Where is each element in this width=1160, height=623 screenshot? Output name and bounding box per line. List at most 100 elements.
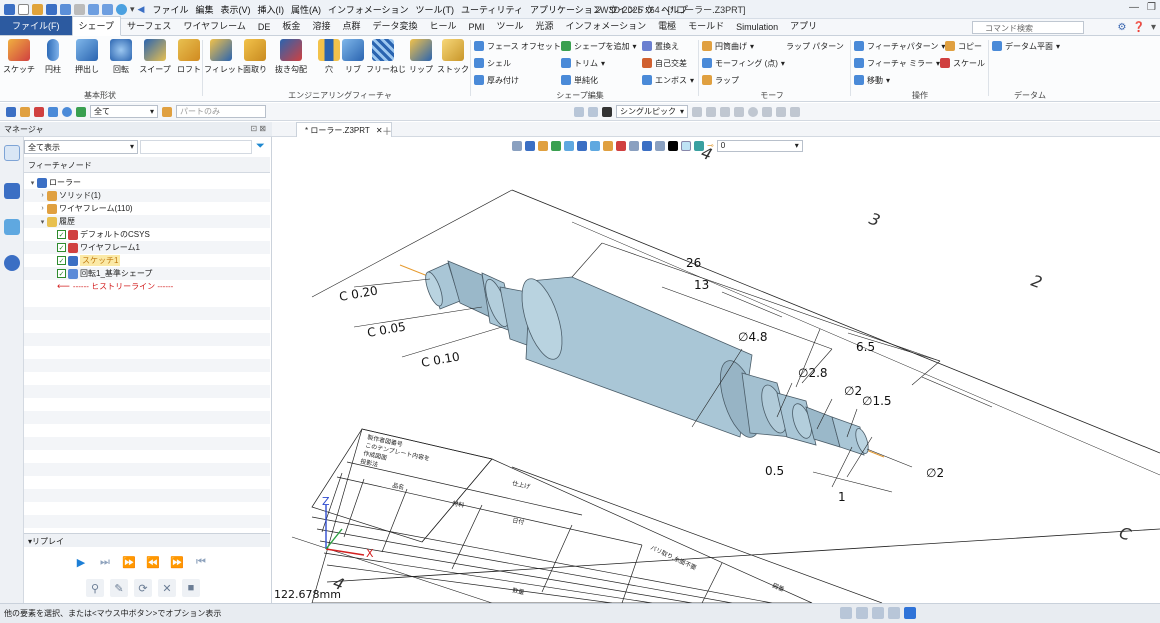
tab-wireframe[interactable]: ワイヤフレーム: [177, 17, 251, 35]
tree-node-history-line[interactable]: ⟵ ------ ヒストリーライン ------: [24, 280, 270, 293]
tab-light[interactable]: 光源: [530, 17, 560, 35]
square-icon[interactable]: ■: [182, 579, 200, 597]
minimize-icon[interactable]: —: [1129, 2, 1139, 13]
undo-icon[interactable]: [88, 3, 99, 15]
tab-weld[interactable]: 溶接: [306, 17, 336, 35]
tab-file[interactable]: ファイル(F): [0, 16, 72, 35]
snap-icon[interactable]: [720, 106, 730, 117]
fillet-button[interactable]: フィレット: [204, 38, 244, 84]
add-icon[interactable]: [48, 106, 58, 117]
cylinder-button[interactable]: 円柱: [36, 38, 70, 84]
menu-view[interactable]: 表示(V): [220, 3, 250, 16]
menu-help[interactable]: ヘルプ: [661, 3, 688, 16]
menu-window[interactable]: ウインドウ: [609, 3, 654, 16]
snap-icon[interactable]: [692, 106, 702, 117]
snap-icon[interactable]: [734, 106, 744, 117]
save-icon[interactable]: [46, 3, 57, 15]
tree-node-wireframe[interactable]: › ワイヤフレーム(110): [24, 202, 270, 215]
wrap-button[interactable]: ラップ: [702, 73, 739, 87]
menu-insert[interactable]: 挿入(I): [257, 3, 284, 16]
loft-button[interactable]: ロフト: [172, 38, 206, 84]
add-shape-button[interactable]: シェープを追加 ▾: [561, 39, 637, 53]
open-folder-icon[interactable]: [32, 3, 43, 15]
move-button[interactable]: 移動 ▾: [854, 73, 890, 87]
visibility-checkbox[interactable]: ✓: [57, 243, 66, 252]
circle-icon[interactable]: [62, 106, 72, 117]
tab-mold[interactable]: モールド: [682, 17, 730, 35]
shell-button[interactable]: シェル: [474, 56, 511, 70]
help-icon[interactable]: ❓: [1133, 22, 1145, 33]
snap-icon[interactable]: [706, 106, 716, 117]
menu-attribute[interactable]: 属性(A): [291, 3, 321, 16]
status-layout-icon[interactable]: [888, 607, 900, 619]
rewind-icon[interactable]: ⏪: [144, 553, 162, 571]
feature-pattern-button[interactable]: フィーチャパターン ▾: [854, 39, 945, 53]
tab-de[interactable]: DE: [252, 20, 277, 35]
status-monitor-icon[interactable]: [872, 607, 884, 619]
self-intersect-button[interactable]: 自己交差: [642, 56, 687, 70]
redo-icon[interactable]: [102, 3, 113, 15]
new-file-icon[interactable]: [18, 3, 29, 15]
user-manager-icon[interactable]: [4, 255, 20, 271]
restore-icon[interactable]: ❐: [1147, 2, 1156, 13]
link-icon[interactable]: ⚲: [86, 579, 104, 597]
rewind-all-icon[interactable]: ⏮: [192, 553, 210, 571]
tree-node-history[interactable]: ▾ 履歴: [24, 215, 270, 228]
layer-icon[interactable]: [76, 106, 86, 117]
tab-pointcloud[interactable]: 点群: [336, 17, 366, 35]
tree-node-default-csys[interactable]: ✓ デフォルトのCSYS: [24, 228, 270, 241]
redefine-icon[interactable]: ⟳: [134, 579, 152, 597]
feature-mirror-button[interactable]: フィーチャ ミラー ▾: [854, 56, 940, 70]
trim-button[interactable]: トリム ▾: [561, 56, 605, 70]
replace-button[interactable]: 置換え: [642, 39, 679, 53]
copy-button[interactable]: コピー: [945, 39, 982, 53]
tree-expand-icon[interactable]: ▾: [38, 218, 47, 226]
history-manager-icon[interactable]: [4, 145, 20, 161]
tree-node-sketch1[interactable]: ✓ スケッチ1: [24, 254, 270, 267]
play-icon[interactable]: ▶: [72, 553, 90, 571]
chevron-down-icon[interactable]: ▾: [130, 4, 135, 15]
emboss-button[interactable]: エンボス ▾: [642, 73, 694, 87]
datum-plane-button[interactable]: データム平面 ▾: [992, 39, 1060, 53]
command-search-input[interactable]: コマンド検索: [972, 21, 1084, 34]
wrap-pattern-button[interactable]: ラップ パターン: [786, 39, 844, 53]
tree-node-revolve1[interactable]: ✓ 回転1_基準シェープ: [24, 267, 270, 280]
panel-pin-icon[interactable]: ⊡ ⊠: [250, 124, 266, 133]
tab-information[interactable]: インフォメーション: [560, 17, 653, 35]
menu-information[interactable]: インフォメーション: [328, 3, 409, 16]
status-active-icon[interactable]: [904, 607, 916, 619]
revolve-button[interactable]: 回転: [104, 38, 138, 84]
tree-expand-icon[interactable]: ›: [38, 192, 47, 199]
minus-icon[interactable]: [34, 106, 44, 117]
visibility-checkbox[interactable]: ✓: [57, 230, 66, 239]
refresh-icon[interactable]: [116, 3, 127, 15]
lip-button[interactable]: リップ: [404, 38, 438, 84]
tree-expand-icon[interactable]: ▾: [28, 179, 37, 187]
tab-sheetmetal[interactable]: 板金: [276, 17, 306, 35]
filter-search-input[interactable]: [140, 140, 252, 154]
face-offset-button[interactable]: フェース オフセット▾: [474, 39, 568, 53]
menu-file[interactable]: ファイル: [152, 3, 188, 16]
tree-node-wireframe1[interactable]: ✓ ワイヤフレーム1: [24, 241, 270, 254]
cylinder-bend-button[interactable]: 円筒曲げ ▾: [702, 39, 754, 53]
status-display-icon[interactable]: [856, 607, 868, 619]
tree-expand-icon[interactable]: ›: [38, 205, 47, 212]
stock-button[interactable]: ストック: [436, 38, 470, 84]
thicken-button[interactable]: 厚み付け: [474, 73, 519, 87]
tab-simulation[interactable]: Simulation: [730, 20, 784, 35]
free-thread-button[interactable]: フリーねじ: [366, 38, 406, 84]
tab-tools[interactable]: ツール: [491, 17, 530, 35]
stop-icon[interactable]: [602, 106, 612, 117]
draft-button[interactable]: 抜き勾配: [274, 38, 308, 84]
pick-filter-icon[interactable]: [20, 106, 30, 117]
close-icon[interactable]: ✕: [158, 579, 176, 597]
funnel-filter-icon[interactable]: ⏷: [256, 140, 265, 153]
sketch-button[interactable]: スケッチ: [2, 38, 36, 84]
document-tab[interactable]: * ローラー.Z3PRT ✕: [296, 122, 392, 137]
tab-surface[interactable]: サーフェス: [121, 17, 177, 35]
add-tab-icon[interactable]: ＋: [382, 123, 392, 138]
ribbon-collapse-icon[interactable]: ▾: [1151, 22, 1156, 33]
part-only-select[interactable]: パートのみ: [176, 105, 266, 118]
tree-node-solid[interactable]: › ソリッド(1): [24, 189, 270, 202]
visibility-checkbox[interactable]: ✓: [57, 256, 66, 265]
